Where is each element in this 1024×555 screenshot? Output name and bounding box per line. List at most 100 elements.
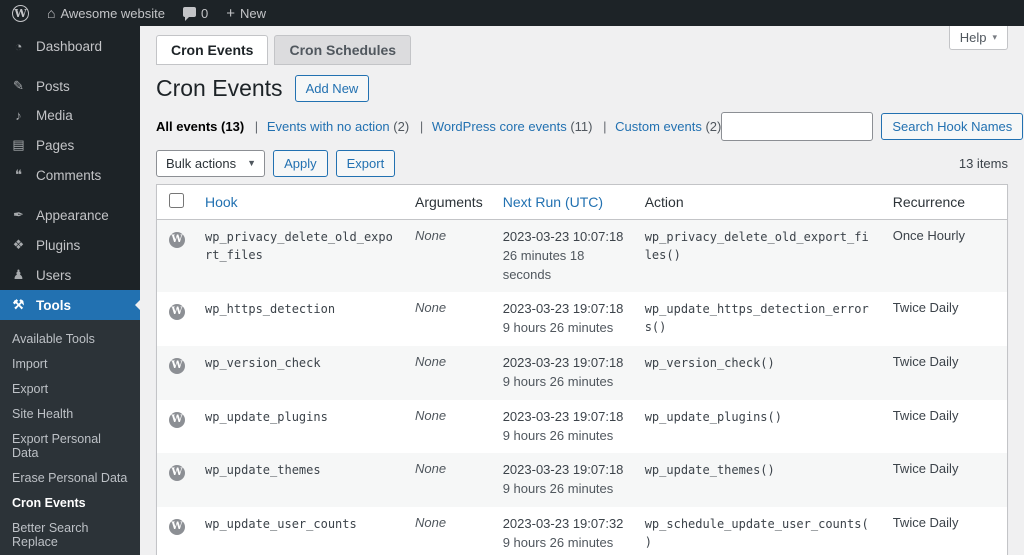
- filter-link[interactable]: WordPress core events: [432, 119, 567, 134]
- toolbar-row: Bulk actions ▼ Apply Export 13 items: [156, 149, 1008, 177]
- sidebar-subitem-label: Cron Events: [12, 495, 86, 510]
- arguments-value: None: [415, 354, 447, 370]
- pages-icon: ▤: [12, 137, 25, 152]
- sidebar-item[interactable]: ♪ Media: [0, 101, 140, 130]
- sidebar-subitem[interactable]: Better Search Replace: [0, 515, 140, 554]
- filter-link[interactable]: All events: [156, 119, 217, 134]
- tab[interactable]: Cron Schedules: [274, 35, 412, 65]
- sidebar-item[interactable]: ♟ Users: [0, 260, 140, 290]
- search-hook-names-button[interactable]: Search Hook Names: [881, 112, 1024, 140]
- filter-count: (2): [393, 118, 410, 134]
- sidebar-subitem[interactable]: Site Health: [0, 401, 140, 426]
- action-value: wp_privacy_delete_old_export_files(): [644, 229, 869, 262]
- sidebar-item-label: Comments: [36, 167, 102, 183]
- help-button[interactable]: Help ▾: [948, 26, 1008, 50]
- hook-name: wp_update_plugins: [205, 409, 328, 424]
- posts-icon: ✎: [13, 78, 24, 93]
- sidebar-item[interactable]: ✒ Appearance: [0, 200, 140, 230]
- wordpress-logo-glyph: W: [12, 4, 29, 22]
- sidebar-subitem[interactable]: Available Tools: [0, 326, 140, 351]
- tools-icon: ⚒: [12, 297, 25, 312]
- sidebar-item[interactable]: ⚒ Tools: [0, 290, 140, 320]
- wordpress-core-event-icon: W: [169, 465, 185, 482]
- sidebar-item-label: Users: [36, 267, 72, 283]
- sidebar-subitem[interactable]: Import: [0, 351, 140, 376]
- recurrence-value: Twice Daily: [892, 300, 959, 316]
- next-run-relative: 9 hours 26 minutes: [502, 535, 614, 551]
- sidebar-subitem-label: Better Search Replace: [12, 520, 89, 549]
- admin-bar-comments[interactable]: 0: [183, 6, 208, 21]
- recurrence-value: Once Hourly: [892, 227, 965, 243]
- items-count: 13 items: [958, 155, 1008, 171]
- bulk-actions-select[interactable]: Bulk actions ▼: [156, 149, 266, 177]
- help-label: Help: [959, 30, 987, 45]
- sidebar-subitem[interactable]: Export: [0, 376, 140, 401]
- action-value: wp_update_plugins(): [644, 409, 782, 424]
- plus-icon: +: [226, 4, 236, 22]
- bulk-actions-group: Bulk actions ▼ Apply Export: [156, 149, 396, 177]
- sidebar-item[interactable]: ▤ Pages: [0, 130, 140, 160]
- table-row: W wp_update_plugins None 2023-03-23 19:0…: [157, 400, 1008, 454]
- next-run-relative: 9 hours 26 minutes: [502, 481, 614, 497]
- sidebar-item[interactable]: ❝ Comments: [0, 160, 140, 190]
- sidebar-subitem[interactable]: Erase Personal Data: [0, 465, 140, 490]
- table-row: W wp_update_themes None 2023-03-23 19:07…: [156, 453, 1008, 508]
- filter-link[interactable]: Events with no action: [267, 119, 390, 134]
- sidebar-item[interactable]: ✎ Posts: [0, 71, 140, 101]
- next-run-datetime: 2023-03-23 19:07:18: [502, 462, 624, 478]
- filter-count: (2): [705, 118, 722, 134]
- column-action: Action: [634, 184, 883, 220]
- users-icon: ♟: [12, 267, 25, 282]
- arguments-value: None: [415, 461, 447, 477]
- sidebar-subitem-label: Erase Personal Data: [12, 470, 128, 485]
- sidebar-item[interactable]: ◔ Dashboard: [0, 32, 140, 61]
- column-arguments: Arguments: [405, 184, 493, 220]
- sidebar-item[interactable]: ❖ Plugins: [0, 230, 140, 260]
- apply-button[interactable]: Apply: [273, 149, 328, 177]
- table-row: W wp_update_user_counts None 2023-03-23 …: [157, 507, 1008, 555]
- filter-count: (11): [570, 118, 593, 134]
- action-value: wp_version_check(): [644, 356, 775, 371]
- cron-events-table: Hook Arguments Next Run (UTC) Action Rec…: [156, 183, 1008, 555]
- search-hooks-input[interactable]: [721, 111, 874, 141]
- sidebar: ◔ Dashboard ✎ Posts ♪ Media ▤ Pages ❝ Co…: [0, 26, 140, 555]
- action-value: wp_update_https_detection_errors(): [644, 302, 869, 335]
- next-run-datetime: 2023-03-23 19:07:18: [502, 301, 624, 317]
- column-next-run[interactable]: Next Run (UTC): [503, 194, 603, 210]
- select-caret-icon: ▼: [247, 158, 257, 169]
- wordpress-logo-icon[interactable]: W: [12, 4, 29, 22]
- sidebar-item-label: Dashboard: [36, 39, 103, 54]
- action-value: wp_schedule_update_user_counts(): [644, 517, 869, 550]
- column-hook[interactable]: Hook: [205, 194, 238, 210]
- search-box: Search Hook Names: [721, 111, 1024, 141]
- sidebar-subitem[interactable]: Cron Events: [0, 490, 140, 515]
- table-row: W wp_https_detection None 2023-03-23 19:…: [157, 292, 1008, 346]
- next-run-relative: 9 hours 26 minutes: [502, 373, 614, 389]
- sidebar-item-label: Tools: [36, 297, 71, 313]
- site-name-link[interactable]: ⌂ Awesome website: [47, 6, 165, 21]
- filter-separator: |: [254, 118, 259, 134]
- filter-separator: |: [419, 118, 424, 134]
- event-filters: All events (13) | Events with no action …: [156, 119, 721, 134]
- plugins-icon: ❖: [12, 237, 25, 252]
- wordpress-core-event-icon: W: [169, 519, 185, 536]
- media-icon: ♪: [15, 108, 22, 123]
- home-icon: ⌂: [47, 5, 56, 21]
- hook-name: wp_privacy_delete_old_export_files: [205, 229, 393, 262]
- hook-name: wp_https_detection: [205, 302, 336, 317]
- filter-item: Events with no action (2) |: [267, 119, 432, 134]
- table-header: Hook Arguments Next Run (UTC) Action Rec…: [156, 184, 1008, 220]
- tab[interactable]: Cron Events: [156, 35, 269, 65]
- sidebar-item-label: Posts: [36, 78, 70, 94]
- filter-separator: |: [603, 118, 607, 134]
- filter-link[interactable]: Custom events: [615, 119, 702, 134]
- add-new-button[interactable]: Add New: [294, 75, 370, 103]
- sidebar-subitem[interactable]: Export Personal Data: [0, 426, 140, 465]
- select-all-checkbox[interactable]: [169, 192, 184, 208]
- wordpress-core-event-icon: W: [169, 411, 185, 428]
- comments-count: 0: [201, 5, 209, 21]
- export-button[interactable]: Export: [335, 149, 396, 177]
- recurrence-value: Twice Daily: [892, 407, 959, 423]
- admin-bar-new-button[interactable]: + New: [226, 6, 266, 21]
- filter-item: WordPress core events (11) |: [432, 119, 615, 134]
